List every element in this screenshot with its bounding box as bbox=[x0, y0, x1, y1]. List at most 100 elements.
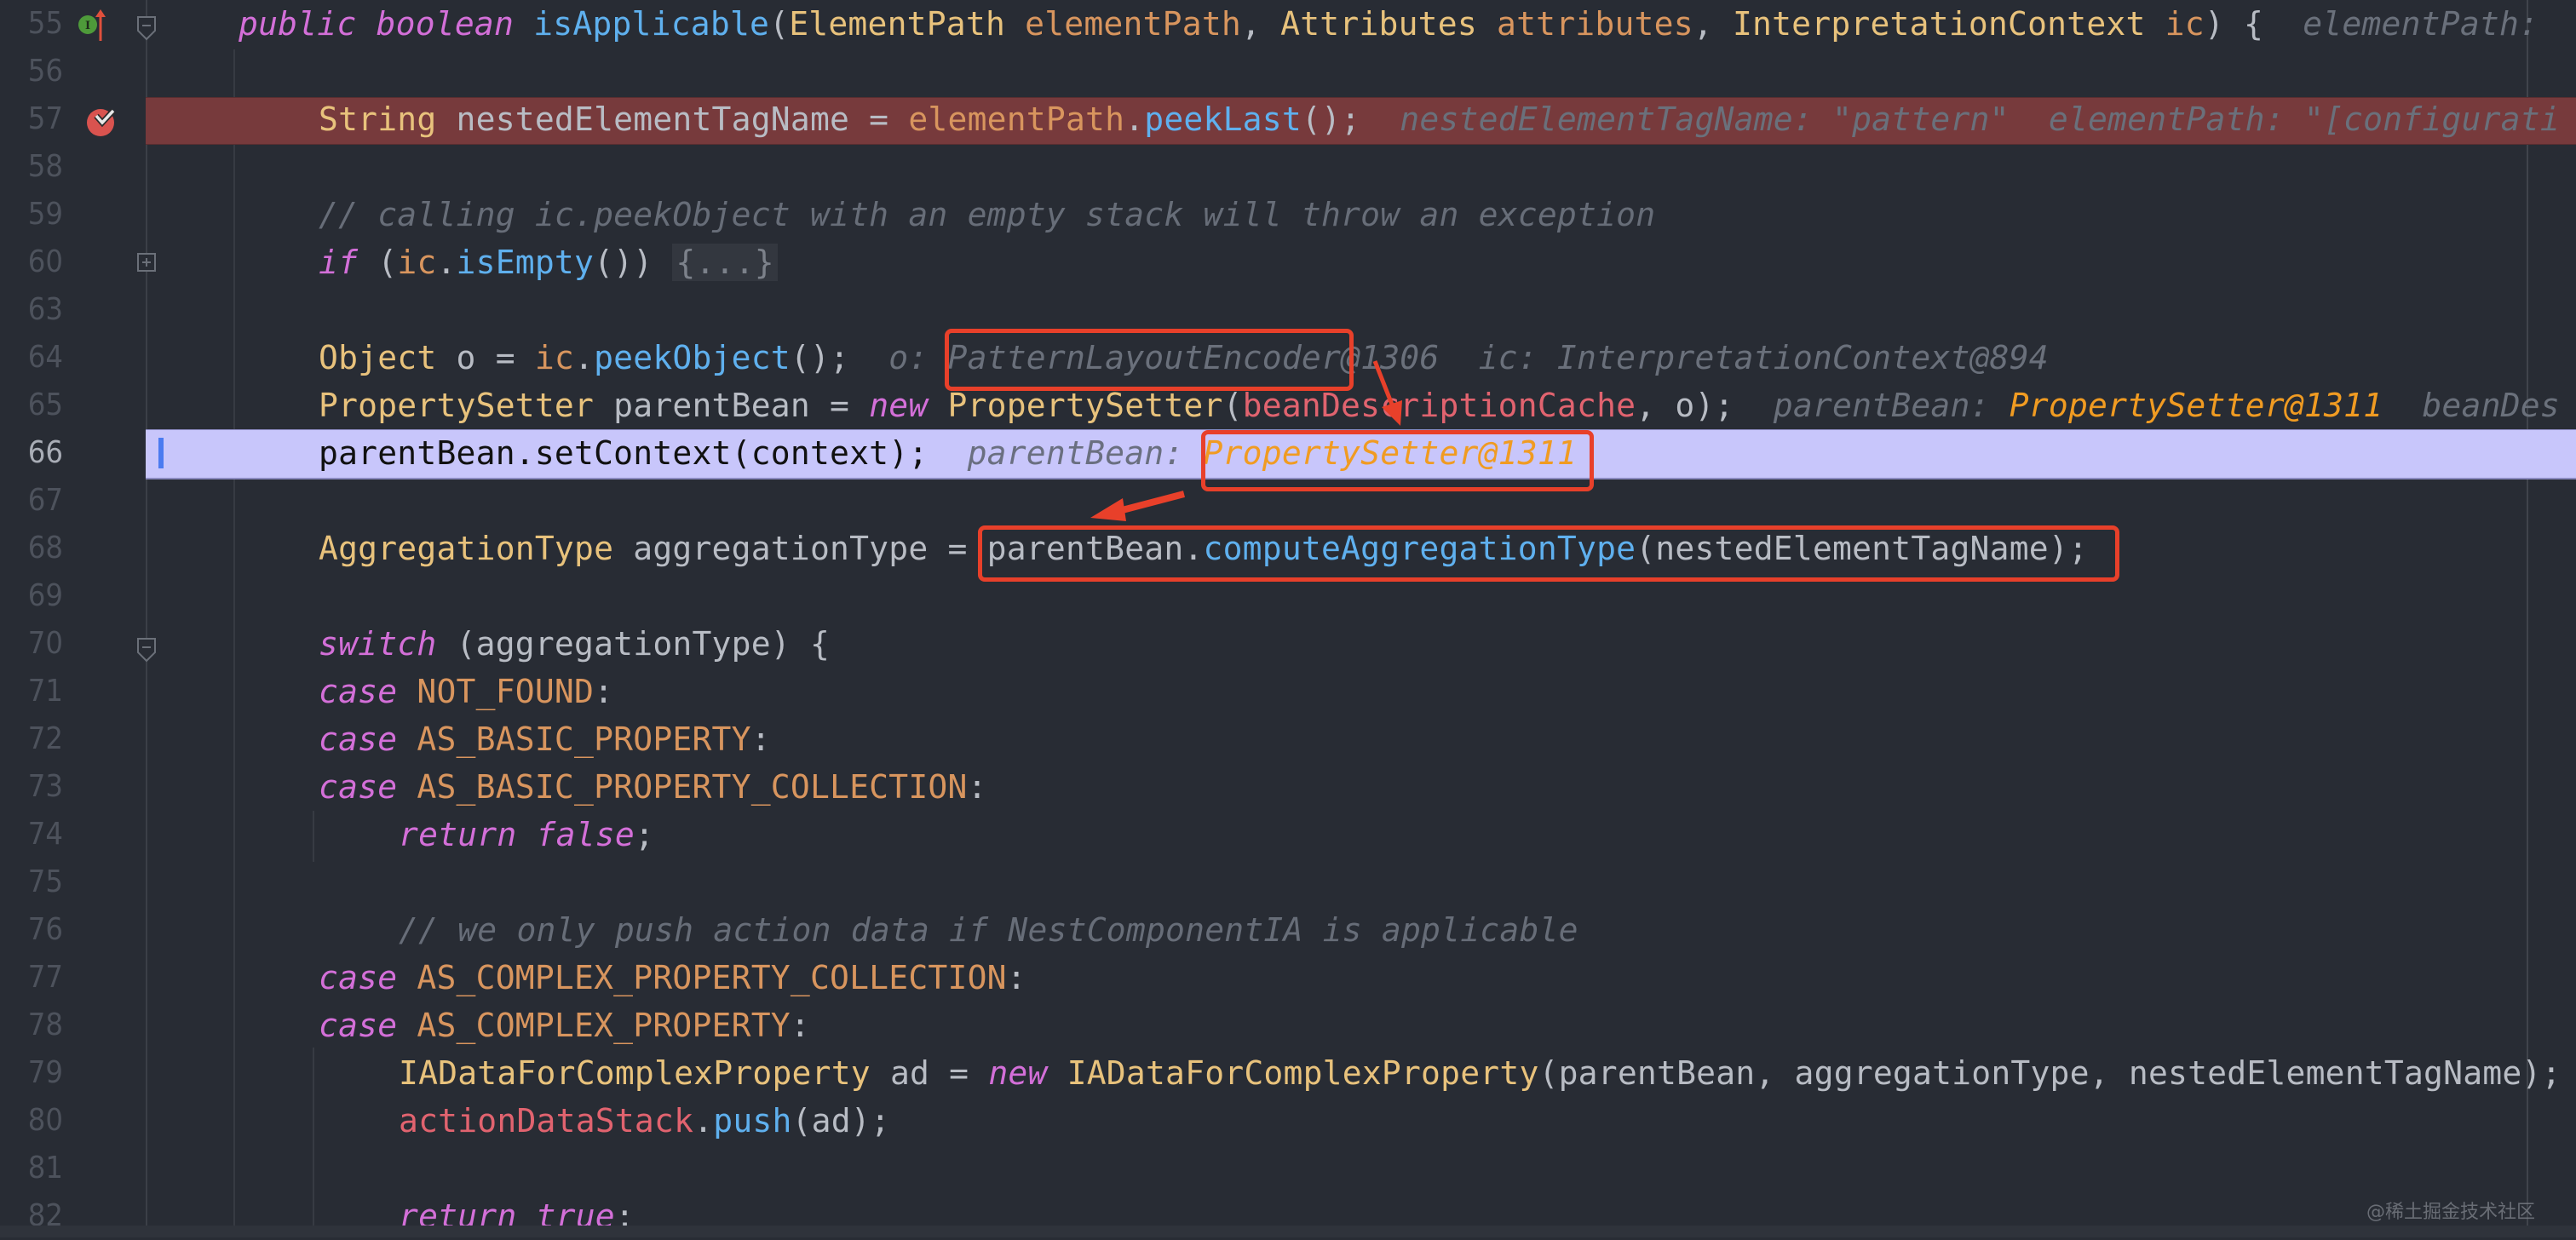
line-number[interactable]: 80 bbox=[0, 1097, 63, 1145]
line-number[interactable]: 77 bbox=[0, 954, 63, 1002]
code-line-77[interactable]: 77 case AS_COMPLEX_PROPERTY_COLLECTION: bbox=[0, 954, 2576, 1002]
line-number[interactable]: 56 bbox=[0, 48, 63, 95]
code-line-71[interactable]: 71 case NOT_FOUND: bbox=[0, 668, 2576, 715]
inline-debug-hint: nestedElementTagName: "pattern" bbox=[1400, 100, 2010, 138]
code-text[interactable]: actionDataStack.push(ad); bbox=[399, 1097, 890, 1145]
code-token: IADataForComplexProperty bbox=[399, 1054, 871, 1092]
folded-code-block[interactable]: {...} bbox=[672, 244, 778, 281]
code-line-76[interactable]: 76 // we only push action data if NestCo… bbox=[0, 906, 2576, 954]
code-token: push bbox=[713, 1102, 792, 1140]
code-token: ) { bbox=[2204, 5, 2264, 43]
line-number[interactable]: 55 bbox=[0, 0, 63, 48]
line-number[interactable]: 73 bbox=[0, 763, 63, 811]
code-token: case bbox=[319, 720, 398, 758]
line-number[interactable]: 71 bbox=[0, 668, 63, 715]
code-line-81[interactable]: 81 bbox=[0, 1145, 2576, 1192]
code-comment[interactable]: // we only push action data if NestCompo… bbox=[399, 906, 1578, 954]
code-token: actionDataStack bbox=[399, 1102, 694, 1140]
line-number[interactable]: 68 bbox=[0, 525, 63, 572]
code-line-57-breakpoint[interactable]: 57 String nestedElementTagName = element… bbox=[0, 95, 2576, 145]
code-token: (ad); bbox=[791, 1102, 890, 1140]
code-line-72[interactable]: 72 case AS_BASIC_PROPERTY: bbox=[0, 715, 2576, 763]
code-line-59[interactable]: 59 // calling ic.peekObject with an empt… bbox=[0, 191, 2576, 238]
line-number[interactable]: 70 bbox=[0, 620, 63, 668]
line-number[interactable]: 59 bbox=[0, 191, 63, 238]
code-text[interactable]: case AS_BASIC_PROPERTY_COLLECTION: bbox=[319, 763, 987, 811]
code-token: , bbox=[1693, 5, 1733, 43]
code-text[interactable]: case NOT_FOUND: bbox=[319, 668, 613, 715]
code-token: , bbox=[1240, 5, 1281, 43]
code-line-60[interactable]: 60 if (ic.isEmpty()) {...} bbox=[0, 238, 2576, 286]
go-to-super-arrow-icon[interactable] bbox=[94, 9, 107, 46]
code-token: . bbox=[1124, 100, 1145, 138]
code-line-56[interactable]: 56 bbox=[0, 48, 2576, 95]
line-number[interactable]: 66 bbox=[0, 429, 63, 477]
code-token: case bbox=[319, 1007, 398, 1044]
inline-debug-hint-label: parentBean: bbox=[1773, 387, 2010, 424]
breakpoint-verified-icon[interactable] bbox=[85, 104, 119, 141]
code-token: AS_COMPLEX_PROPERTY bbox=[417, 1007, 791, 1044]
code-token: beanDescriptionCache bbox=[1242, 387, 1636, 424]
code-line-80[interactable]: 80 actionDataStack.push(ad); bbox=[0, 1097, 2576, 1145]
fold-collapse-icon[interactable] bbox=[136, 15, 157, 41]
code-line-55[interactable]: 55 public boolean isApplicable(ElementPa… bbox=[0, 0, 2576, 48]
code-token: new bbox=[869, 387, 929, 424]
inline-debug-hint: elementPath: bbox=[2303, 5, 2539, 43]
fold-expand-icon[interactable] bbox=[136, 252, 157, 276]
line-number[interactable]: 58 bbox=[0, 143, 63, 191]
code-text[interactable]: public boolean isApplicable(ElementPath … bbox=[239, 0, 2539, 48]
code-token: . bbox=[436, 244, 457, 281]
code-line-58[interactable]: 58 bbox=[0, 143, 2576, 191]
code-text[interactable]: switch (aggregationType) { bbox=[319, 620, 830, 668]
code-token: . bbox=[574, 339, 595, 376]
line-number[interactable]: 81 bbox=[0, 1145, 63, 1192]
code-line-70[interactable]: 70 switch (aggregationType) { bbox=[0, 620, 2576, 668]
code-line-74[interactable]: 74 return false; bbox=[0, 811, 2576, 858]
line-number[interactable]: 78 bbox=[0, 1002, 63, 1049]
code-text[interactable]: case AS_COMPLEX_PROPERTY_COLLECTION: bbox=[319, 954, 1026, 1002]
code-token: : bbox=[1006, 959, 1026, 996]
code-token: IADataForComplexProperty bbox=[1067, 1054, 1539, 1092]
code-line-75[interactable]: 75 bbox=[0, 858, 2576, 906]
inline-debug-hint-value: PropertySetter@1311 bbox=[2009, 387, 2383, 424]
code-text[interactable]: case AS_BASIC_PROPERTY: bbox=[319, 715, 771, 763]
code-token: AS_COMPLEX_PROPERTY_COLLECTION bbox=[417, 959, 1007, 996]
code-text[interactable]: if (ic.isEmpty()) {...} bbox=[319, 238, 778, 286]
fold-collapse-icon[interactable] bbox=[136, 637, 157, 663]
line-number[interactable]: 79 bbox=[0, 1049, 63, 1097]
code-text[interactable]: String nestedElementTagName = elementPat… bbox=[319, 95, 2560, 143]
editor-bottom-edge bbox=[0, 1226, 2576, 1237]
line-number[interactable]: 64 bbox=[0, 334, 63, 382]
line-number[interactable]: 67 bbox=[0, 477, 63, 525]
code-token: false bbox=[536, 816, 635, 853]
line-number[interactable]: 75 bbox=[0, 858, 63, 906]
line-number[interactable]: 69 bbox=[0, 572, 63, 620]
code-editor[interactable]: 55 public boolean isApplicable(ElementPa… bbox=[0, 0, 2576, 1237]
code-token: (); bbox=[1301, 100, 1361, 138]
line-number[interactable]: 60 bbox=[0, 238, 63, 286]
inline-debug-hint: beanDes bbox=[2422, 387, 2560, 424]
code-token: : bbox=[967, 768, 987, 806]
code-text[interactable]: IADataForComplexProperty ad = new IAData… bbox=[399, 1049, 2562, 1097]
line-number[interactable]: 76 bbox=[0, 906, 63, 954]
line-number[interactable]: 72 bbox=[0, 715, 63, 763]
line-number[interactable]: 63 bbox=[0, 286, 63, 334]
code-token: if bbox=[319, 244, 359, 281]
line-number[interactable]: 57 bbox=[0, 95, 63, 143]
line-number[interactable]: 74 bbox=[0, 811, 63, 858]
code-token: parentBean.setContext(context); bbox=[319, 434, 929, 472]
code-text[interactable]: PropertySetter parentBean = new Property… bbox=[319, 382, 2560, 429]
code-token: : bbox=[750, 720, 771, 758]
code-token: ic bbox=[397, 244, 437, 281]
code-token: Object bbox=[319, 339, 437, 376]
code-token: String bbox=[319, 100, 437, 138]
line-number[interactable]: 65 bbox=[0, 382, 63, 429]
code-line-73[interactable]: 73 case AS_BASIC_PROPERTY_COLLECTION: bbox=[0, 763, 2576, 811]
code-text[interactable]: return false; bbox=[399, 811, 654, 858]
code-line-63[interactable]: 63 bbox=[0, 286, 2576, 334]
code-comment[interactable]: // calling ic.peekObject with an empty s… bbox=[319, 191, 1655, 238]
inline-debug-hint-label: parentBean: bbox=[967, 434, 1204, 472]
code-line-78[interactable]: 78 case AS_COMPLEX_PROPERTY: bbox=[0, 1002, 2576, 1049]
code-line-79[interactable]: 79 IADataForComplexProperty ad = new IAD… bbox=[0, 1049, 2576, 1097]
code-text[interactable]: case AS_COMPLEX_PROPERTY: bbox=[319, 1002, 810, 1049]
